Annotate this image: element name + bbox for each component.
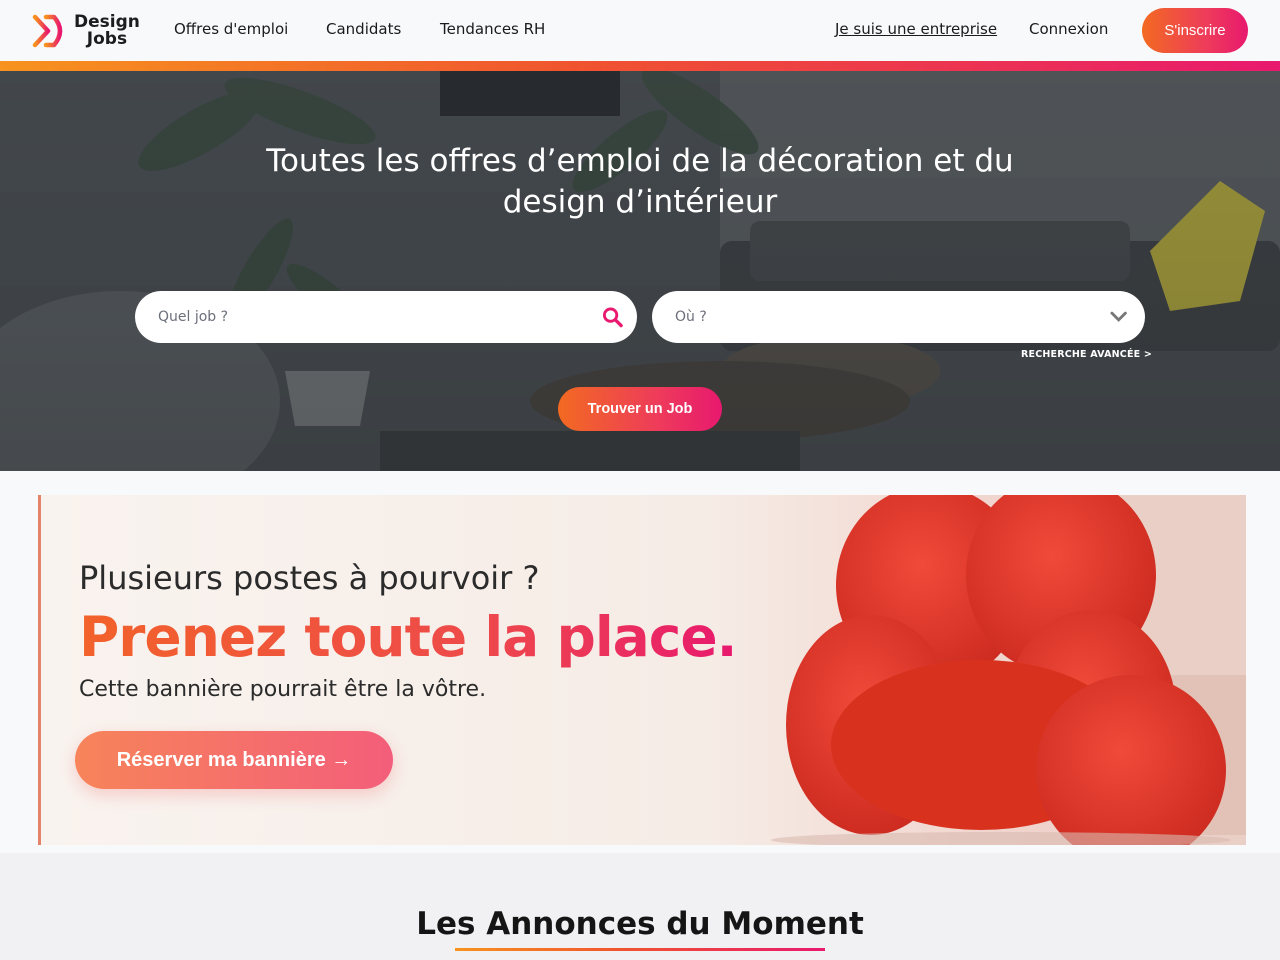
advanced-search-link[interactable]: RECHERCHE AVANCÉE >: [1021, 349, 1152, 360]
hero-title: Toutes les offres d’emploi de la décorat…: [266, 143, 1014, 220]
job-search-box: [135, 291, 637, 343]
ad-banner[interactable]: Plusieurs postes à pourvoir ? Prenez tou…: [38, 495, 1246, 845]
reserve-banner-button[interactable]: Réserver ma bannière →: [75, 731, 393, 789]
header-accent-bar: [0, 61, 1280, 71]
location-input[interactable]: [675, 309, 1110, 325]
banner-subtext: Cette bannière pourrait être la vôtre.: [79, 677, 487, 702]
chevron-logo-icon: [32, 14, 63, 48]
logo-text: Design Jobs: [74, 14, 140, 48]
hero-section: Toutes les offres d’emploi de la décorat…: [0, 71, 1280, 471]
signup-button[interactable]: S'inscrire: [1142, 8, 1248, 53]
job-search-input[interactable]: [158, 309, 602, 325]
chevron-down-icon[interactable]: [1110, 311, 1127, 323]
section-title-underline: [455, 948, 825, 951]
red-armchair-image: [771, 495, 1246, 845]
nav-tendances-rh[interactable]: Tendances RH: [440, 20, 545, 38]
nav-offres-emploi[interactable]: Offres d'emploi: [174, 20, 288, 38]
company-link[interactable]: Je suis une entreprise: [835, 20, 997, 38]
logo-line-2: Jobs: [86, 29, 128, 49]
banner-headline: Plusieurs postes à pourvoir ?: [79, 559, 540, 597]
login-link[interactable]: Connexion: [1029, 20, 1108, 38]
banner-tagline: Prenez toute la place.: [79, 605, 738, 669]
nav-candidats[interactable]: Candidats: [326, 20, 401, 38]
section-title: Les Annonces du Moment: [416, 906, 864, 942]
logo[interactable]: Design Jobs: [32, 14, 140, 48]
search-icon[interactable]: [602, 306, 623, 328]
location-select[interactable]: [652, 291, 1145, 343]
find-job-button[interactable]: Trouver un Job: [558, 387, 722, 431]
ad-banner-section: Plusieurs postes à pourvoir ? Prenez tou…: [0, 471, 1280, 853]
site-header: Design Jobs Offres d'emploi Candidats Te…: [0, 0, 1280, 61]
